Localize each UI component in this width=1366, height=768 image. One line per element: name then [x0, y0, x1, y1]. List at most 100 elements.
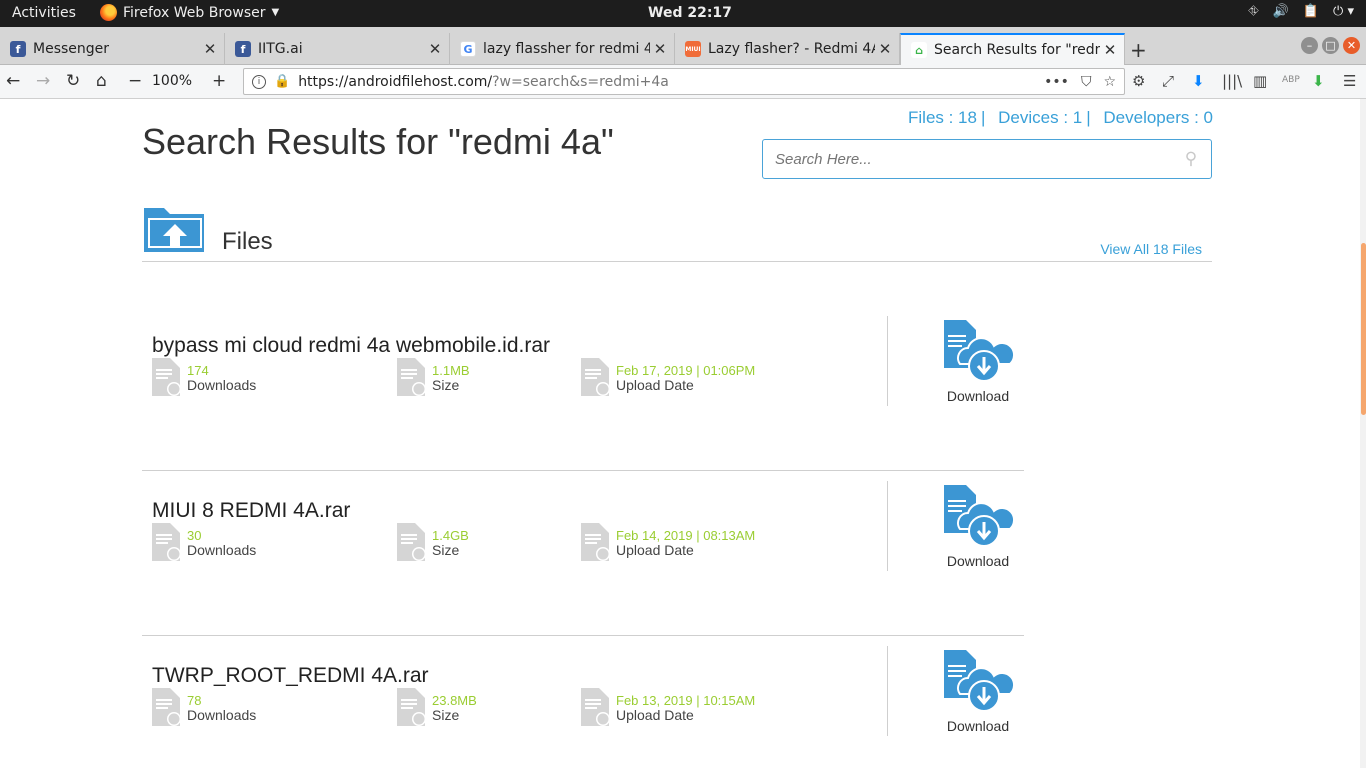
firefox-icon — [100, 4, 117, 21]
download-label: Download — [946, 718, 1010, 734]
document-info-icon — [397, 688, 425, 726]
lock-icon[interactable]: 🔒 — [274, 74, 290, 89]
search-input[interactable] — [763, 140, 1171, 178]
upload-date-label: Upload Date — [616, 707, 694, 723]
close-tab-icon[interactable]: ✕ — [200, 40, 220, 58]
upload-date-meta: Feb 14, 2019 | 08:13AM Upload Date — [581, 523, 755, 561]
downloads-count: 78 — [187, 693, 202, 708]
downloads-label: Downloads — [187, 377, 257, 393]
new-tab-button[interactable]: + — [1130, 38, 1147, 62]
tab-search-results[interactable]: ⌂ Search Results for "redmi ✕ — [900, 33, 1125, 65]
document-globe-icon — [581, 688, 609, 726]
downloads-meta: 78 Downloads — [152, 688, 256, 726]
clock[interactable]: Wed 22:17 — [648, 5, 732, 21]
files-count-link[interactable]: Files : 18 — [908, 108, 977, 127]
download-button[interactable]: Download — [938, 650, 1018, 734]
back-icon[interactable]: ← — [6, 71, 20, 91]
navigation-toolbar: ← → ↻ ⌂ − 100% + i 🔒 https://androidfile… — [0, 65, 1366, 99]
zoom-out-icon[interactable]: − — [128, 71, 142, 91]
close-tab-icon[interactable]: ✕ — [1100, 41, 1120, 59]
close-tab-icon[interactable]: ✕ — [425, 40, 445, 58]
upload-date-meta: Feb 13, 2019 | 10:15AM Upload Date — [581, 688, 755, 726]
zoom-level[interactable]: 100% — [152, 73, 192, 89]
app-menu-label: Firefox Web Browser — [123, 4, 266, 21]
close-window-icon[interactable]: ✕ — [1343, 37, 1360, 54]
volume-icon[interactable]: 🔊 — [1273, 4, 1289, 19]
power-menu-icon[interactable]: ⏻ ▾ — [1333, 4, 1354, 19]
system-top-bar: Activities Firefox Web Browser ▼ Wed 22:… — [0, 0, 1366, 27]
zoom-in-icon[interactable]: + — [212, 71, 226, 91]
library-icon[interactable]: |||\ — [1222, 72, 1242, 90]
minimize-icon[interactable]: – — [1301, 37, 1318, 54]
download-button[interactable]: Download — [938, 320, 1018, 404]
close-tab-icon[interactable]: ✕ — [875, 40, 895, 58]
tab-miui-forum[interactable]: MIUI Lazy flasher? - Redmi 4A ✕ — [675, 33, 900, 65]
file-row: TWRP_ROOT_REDMI 4A.rar 78 Downloads 23.8M… — [142, 636, 1024, 768]
tab-messenger[interactable]: f Messenger ✕ — [0, 33, 225, 65]
caret-down-icon: ▼ — [271, 7, 280, 18]
download-label: Download — [946, 388, 1010, 404]
cloud-download-icon — [944, 650, 1016, 712]
scrollbar-thumb[interactable] — [1361, 243, 1366, 415]
folder-upload-icon — [144, 208, 204, 252]
app-menu[interactable]: Firefox Web Browser ▼ — [100, 4, 279, 21]
devices-count-link[interactable]: Devices : 1 — [998, 108, 1082, 127]
upload-date: Feb 17, 2019 | 01:06PM — [616, 363, 756, 378]
facebook-icon: f — [235, 41, 251, 57]
fullscreen-icon[interactable]: ⤢ — [1162, 72, 1174, 90]
files-section-header: Files View All 18 Files — [142, 202, 1212, 262]
file-name-link[interactable]: MIUI 8 REDMI 4A.rar — [152, 499, 350, 523]
tab-title: lazy flassher for redmi 4a — [483, 41, 650, 57]
size-label: Size — [432, 542, 460, 558]
forward-icon[interactable]: → — [36, 71, 50, 91]
upload-date: Feb 14, 2019 | 08:13AM — [616, 528, 756, 543]
page-scrollbar[interactable] — [1360, 99, 1366, 768]
menu-hamburger-icon[interactable]: ☰ — [1343, 72, 1356, 90]
close-tab-icon[interactable]: ✕ — [650, 40, 670, 58]
tab-iitg[interactable]: f IITG.ai ✕ — [225, 33, 450, 65]
site-info-icon[interactable]: i — [252, 74, 266, 89]
search-icon[interactable]: ⚲ — [1171, 149, 1211, 169]
activities-button[interactable]: Activities — [12, 5, 76, 21]
developers-count-link[interactable]: Developers : 0 — [1103, 108, 1213, 127]
downloads-icon[interactable]: ⬇ — [1192, 72, 1205, 90]
page-actions-icon[interactable]: ••• — [1044, 74, 1069, 90]
clipboard-icon[interactable]: 📋 — [1303, 4, 1319, 19]
size-meta: 1.1MB Size — [397, 358, 470, 396]
pocket-icon[interactable]: ⛉ — [1081, 74, 1092, 90]
downloads-meta: 30 Downloads — [152, 523, 256, 561]
home-icon[interactable]: ⌂ — [96, 71, 107, 91]
adblock-icon[interactable]: ABP — [1282, 75, 1300, 85]
search-box: ⚲ — [762, 139, 1212, 179]
size-meta: 23.8MB Size — [397, 688, 477, 726]
facebook-icon: f — [10, 41, 26, 57]
size-label: Size — [432, 707, 460, 723]
download-label: Download — [946, 553, 1010, 569]
document-user-icon — [152, 523, 180, 561]
document-globe-icon — [581, 358, 609, 396]
document-info-icon — [397, 358, 425, 396]
downloads-meta: 174 Downloads — [152, 358, 256, 396]
divider — [887, 316, 888, 406]
file-name-link[interactable]: bypass mi cloud redmi 4a webmobile.id.ra… — [152, 334, 550, 358]
url-bar[interactable]: i 🔒 https://androidfilehost.com/?w=searc… — [243, 68, 1125, 95]
bookmark-star-icon[interactable]: ☆ — [1103, 74, 1116, 90]
tab-google-search[interactable]: G lazy flassher for redmi 4a ✕ — [450, 33, 675, 65]
file-row: MIUI 8 REDMI 4A.rar 30 Downloads 1.4GB Siz… — [142, 471, 1024, 636]
downloads-count: 174 — [187, 363, 209, 378]
view-all-files-link[interactable]: View All 18 Files — [1100, 241, 1202, 257]
file-size: 23.8MB — [432, 693, 477, 708]
reload-icon[interactable]: ↻ — [66, 71, 80, 91]
sidebar-icon[interactable]: ▥ — [1253, 72, 1267, 90]
network-icon[interactable]: ⛗ — [1248, 4, 1258, 19]
download-button[interactable]: Download — [938, 485, 1018, 569]
search-stats: Files : 18 | Devices : 1 | Developers : 0 — [908, 108, 1214, 127]
document-user-icon — [152, 688, 180, 726]
maximize-icon[interactable]: □ — [1322, 37, 1339, 54]
settings-gear-icon[interactable]: ⚙ — [1132, 72, 1145, 90]
cloud-download-icon — [944, 320, 1016, 382]
system-tray[interactable]: ⛗ 🔊 📋 ⏻ ▾ — [1248, 4, 1354, 19]
extension-download-icon[interactable]: ⬇ — [1312, 72, 1325, 90]
file-name-link[interactable]: TWRP_ROOT_REDMI 4A.rar — [152, 664, 429, 688]
upload-date: Feb 13, 2019 | 10:15AM — [616, 693, 756, 708]
